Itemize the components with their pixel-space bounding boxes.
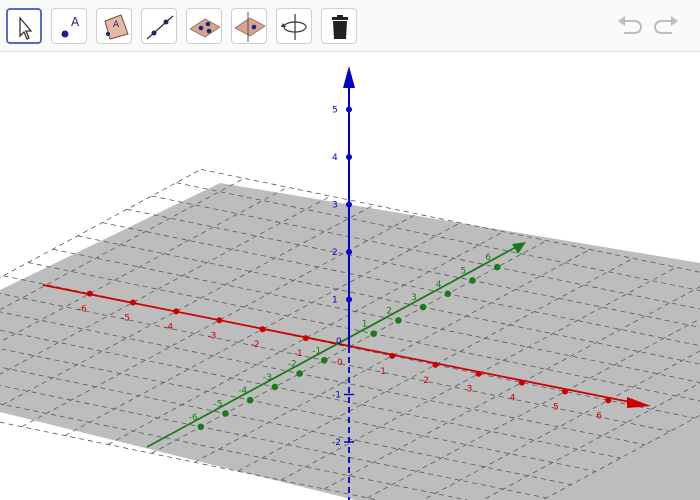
- x-axis-tick: [259, 326, 266, 333]
- x-axis-tick-label: 3: [467, 385, 473, 395]
- x-axis-tick-label: 6: [596, 411, 602, 421]
- origin-label: 0: [336, 337, 342, 347]
- y-axis-tick-label: -6: [189, 413, 198, 423]
- y-axis-tick-label: -4: [238, 386, 247, 396]
- x-axis-tick: [432, 361, 439, 368]
- y-axis-tick: [222, 410, 229, 417]
- y-axis-tick-label: 2: [386, 306, 392, 316]
- z-axis-tick: [346, 106, 352, 113]
- point-tool-label: A: [71, 15, 80, 29]
- graphics-view-3d[interactable]: -6-5-4-3-2-10123456 -6-5-4-3-2-1123456 -…: [0, 52, 700, 500]
- y-axis-tick-label: 4: [436, 280, 442, 290]
- x-axis-tick: [562, 388, 568, 395]
- rotate-view-tool-button[interactable]: [276, 8, 312, 44]
- y-axis-tick: [419, 303, 427, 311]
- x-axis-tick: [475, 370, 482, 377]
- x-axis-tick: [86, 290, 93, 297]
- y-axis-tick: [493, 263, 501, 271]
- rotate-view-icon: [281, 14, 307, 40]
- z-axis-tick-label: 1: [332, 296, 338, 306]
- x-axis-tick-label: 0: [337, 358, 343, 368]
- y-axis-tick-label: 1: [362, 320, 368, 330]
- x-axis-tick: [173, 308, 180, 315]
- redo-icon: [654, 16, 678, 34]
- perpendicular-plane-tool-button[interactable]: [231, 8, 267, 44]
- x-axis-tick: [605, 397, 612, 404]
- x-axis-tick-label: -1: [294, 349, 303, 359]
- y-axis-tick: [444, 290, 452, 298]
- y-axis-tick: [321, 357, 328, 364]
- z-axis-tick-label: 2: [332, 248, 338, 258]
- x-axis-tick: [518, 379, 525, 386]
- y-axis-tick-label: -5: [214, 400, 223, 410]
- y-axis-tick: [197, 423, 205, 431]
- z-axis-tick: [346, 201, 352, 208]
- undo-button[interactable]: [614, 12, 646, 40]
- z-axis-tick-label: 5: [332, 106, 338, 116]
- undo-icon: [618, 16, 642, 34]
- y-axis-tick: [395, 317, 402, 324]
- x-axis-tick-label: 2: [423, 376, 429, 386]
- z-axis-arrow: [343, 66, 355, 88]
- z-axis-tick: [346, 296, 352, 303]
- x-axis-tick-label: 1: [380, 367, 386, 377]
- line-tool-button[interactable]: [141, 8, 177, 44]
- trash-icon: [332, 15, 348, 39]
- y-axis-tick: [271, 383, 279, 391]
- move-tool-button[interactable]: [6, 8, 42, 44]
- y-axis-tick-label: -2: [288, 360, 297, 370]
- y-axis-tick: [370, 330, 378, 338]
- x-axis-tick-label: -6: [78, 305, 87, 315]
- polygon-icon: A: [104, 14, 129, 40]
- y-axis-tick-label: -1: [312, 346, 321, 356]
- y-axis-tick-label: 6: [485, 253, 491, 263]
- z-axis-tick-label: -1: [332, 391, 341, 401]
- x-axis-tick: [130, 299, 136, 306]
- toolbar: A A: [0, 0, 700, 52]
- z-axis-tick-label: -2: [332, 438, 341, 448]
- x-axis-tick-label: -2: [251, 340, 260, 350]
- x-axis-tick-label: -5: [121, 314, 130, 324]
- y-axis-tick: [296, 370, 303, 377]
- z-axis-tick-label: 3: [332, 201, 338, 211]
- y-axis-tick-label: -3: [263, 373, 272, 383]
- polygon-tool-button[interactable]: A: [96, 8, 132, 44]
- arrow-cursor-icon: [19, 16, 33, 40]
- y-axis-tick-label: 5: [461, 267, 467, 277]
- line-through-points-icon: [146, 15, 174, 40]
- redo-button[interactable]: [650, 12, 682, 40]
- z-axis-tick-label: 4: [332, 153, 338, 163]
- delete-tool-button[interactable]: [321, 8, 357, 44]
- point-icon: A: [61, 15, 80, 38]
- plane-three-points-icon: [189, 18, 221, 38]
- point-tool-button[interactable]: A: [51, 8, 87, 44]
- y-axis-tick-label: 3: [411, 293, 417, 303]
- plane-tool-button[interactable]: [186, 8, 222, 44]
- x-axis-tick-label: 4: [510, 394, 516, 404]
- z-axis-tick: [346, 249, 352, 255]
- y-axis-tick: [469, 277, 476, 284]
- x-axis-tick-label: 5: [553, 403, 559, 413]
- x-axis-tick: [216, 317, 223, 324]
- x-axis-tick: [302, 335, 309, 342]
- x-axis-tick: [389, 352, 396, 359]
- x-axis-tick-label: -4: [164, 322, 173, 332]
- x-axis-tick-label: -3: [207, 331, 216, 341]
- y-axis-tick: [246, 396, 254, 404]
- z-axis-tick: [346, 154, 352, 160]
- polygon-tool-label: A: [113, 20, 120, 30]
- perpendicular-plane-icon: [234, 12, 266, 42]
